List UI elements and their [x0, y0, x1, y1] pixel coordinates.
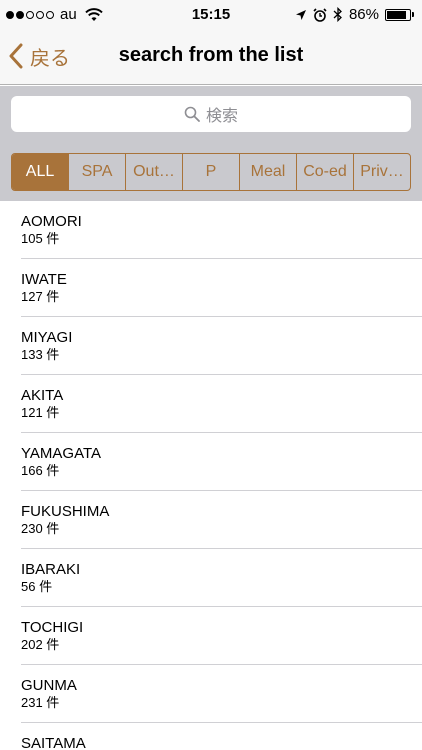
prefecture-name: YAMAGATA — [21, 445, 102, 462]
result-count: 231 件 — [21, 695, 60, 710]
status-bar: au 15:15 86% — [0, 0, 422, 30]
battery-fill — [387, 10, 406, 19]
battery-percentage: 86% — [348, 6, 379, 23]
prefecture-name: FUKUSHIMA — [21, 503, 110, 520]
alarm-clock-icon — [313, 7, 327, 22]
prefecture-name: IBARAKI — [21, 561, 81, 578]
search-bar: 検索 — [0, 86, 422, 141]
prefecture-name: AKITA — [21, 387, 64, 404]
result-count: 202 件 — [21, 637, 60, 652]
list-item[interactable]: SAITAMA — [0, 723, 422, 750]
result-count: 105 件 — [21, 231, 60, 246]
filter-segment[interactable]: Out… — [126, 154, 183, 190]
filter-segment[interactable]: ALL — [12, 154, 69, 190]
filter-segment[interactable]: Meal — [240, 154, 297, 190]
battery-tip — [412, 12, 414, 17]
list-item[interactable]: FUKUSHIMA 230 件 — [0, 491, 422, 549]
navigation-bar: 戻る search from the list — [0, 30, 422, 85]
prefecture-name: GUNMA — [21, 677, 77, 694]
prefecture-name: MIYAGI — [21, 329, 73, 346]
filter-segment[interactable]: Priv… — [354, 154, 410, 190]
filter-segment[interactable]: P — [183, 154, 240, 190]
prefecture-name: SAITAMA — [21, 735, 86, 750]
filter-segment[interactable]: Co-ed — [297, 154, 354, 190]
search-icon — [184, 106, 200, 122]
list-item[interactable]: GUNMA 231 件 — [0, 665, 422, 723]
prefecture-list: AOMORI 105 件 IWATE 127 件 MIYAGI 133 件 AKITA 121… — [0, 201, 422, 750]
list-item[interactable]: TOCHIGI 202 件 — [0, 607, 422, 665]
result-count: 133 件 — [21, 347, 60, 362]
result-count: 121 件 — [21, 405, 60, 420]
battery-icon — [385, 8, 414, 21]
search-input[interactable]: 検索 — [11, 96, 411, 132]
status-right: 86% — [295, 6, 414, 23]
prefecture-name: AOMORI — [21, 213, 82, 230]
location-arrow-icon — [295, 9, 306, 20]
list-item[interactable]: IBARAKI 56 件 — [0, 549, 422, 607]
bluetooth-icon — [333, 7, 342, 22]
list-item[interactable]: YAMAGATA 166 件 — [0, 433, 422, 491]
list-item[interactable]: IWATE 127 件 — [0, 259, 422, 317]
filter-segmented-control: ALL SPA Out… P Meal Co-ed Priv… — [11, 153, 411, 191]
battery-body — [385, 8, 411, 21]
list-item[interactable]: AOMORI 105 件 — [0, 201, 422, 259]
search-placeholder: 検索 — [205, 108, 238, 125]
list-item[interactable]: AKITA 121 件 — [0, 375, 422, 433]
prefecture-name: IWATE — [21, 271, 67, 288]
result-count: 127 件 — [21, 289, 60, 304]
result-count: 230 件 — [21, 521, 60, 536]
page-title: search from the list — [118, 44, 304, 66]
prefecture-name: TOCHIGI — [21, 619, 84, 636]
filter-area: ALL SPA Out… P Meal Co-ed Priv… — [0, 141, 422, 201]
filter-segment[interactable]: SPA — [69, 154, 126, 190]
result-count: 166 件 — [21, 463, 60, 478]
list-item[interactable]: MIYAGI 133 件 — [0, 317, 422, 375]
result-count: 56 件 — [21, 579, 53, 594]
